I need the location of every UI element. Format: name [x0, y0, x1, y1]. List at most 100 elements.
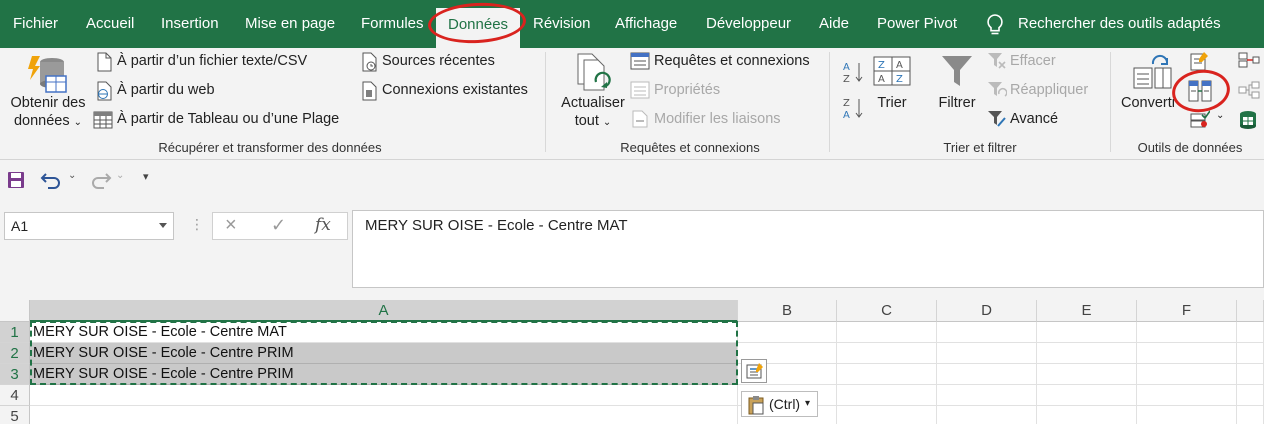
refresh-all-button[interactable]: Actualiser tout ⌄ — [553, 95, 633, 129]
cell-c5[interactable] — [837, 406, 937, 424]
sort-dialog-icon: Z AA Z — [873, 56, 911, 86]
chevron-down-icon[interactable]: ⌄ — [116, 170, 124, 181]
cancel-icon[interactable]: × — [225, 214, 237, 237]
row-header-5[interactable]: 5 — [0, 406, 30, 424]
select-all-corner[interactable] — [0, 300, 30, 322]
column-header-a[interactable]: A — [30, 300, 738, 322]
queries-connections-button[interactable]: Requêtes et connexions — [654, 53, 810, 69]
cell-c1[interactable] — [837, 322, 937, 343]
row-header-4[interactable]: 4 — [0, 385, 30, 406]
customize-toolbar-icon[interactable]: ▾ — [143, 170, 149, 183]
cell-g3[interactable] — [1237, 364, 1264, 385]
convert-button[interactable]: Converti — [1118, 95, 1178, 111]
cell-b1[interactable] — [738, 322, 837, 343]
column-header-b[interactable]: B — [738, 300, 837, 322]
paste-options-button[interactable]: (Ctrl) ▾ — [741, 391, 818, 417]
chevron-down-icon[interactable]: ⌄ — [68, 170, 76, 181]
cell-d3[interactable] — [937, 364, 1037, 385]
existing-connections-icon — [362, 81, 377, 101]
tab-insertion[interactable]: Insertion — [161, 0, 219, 48]
formula-buttons: × ✓ fx — [212, 212, 348, 240]
tab-aide[interactable]: Aide — [819, 0, 849, 48]
cell-d4[interactable] — [937, 385, 1037, 406]
cell-a2[interactable]: MERY SUR OISE - Ecole - Centre PRIM — [30, 343, 738, 364]
edit-links-icon — [632, 110, 648, 128]
cell-e3[interactable] — [1037, 364, 1137, 385]
column-header-g[interactable] — [1237, 300, 1264, 322]
cell-g1[interactable] — [1237, 322, 1264, 343]
cell-g2[interactable] — [1237, 343, 1264, 364]
insert-function-icon[interactable]: fx — [315, 215, 331, 235]
more-options-icon[interactable]: ⋮ — [190, 216, 204, 233]
formula-input[interactable]: MERY SUR OISE - Ecole - Centre MAT — [352, 210, 1264, 288]
row-header-1[interactable]: 1 — [0, 322, 30, 343]
cell-e5[interactable] — [1037, 406, 1137, 424]
cell-d2[interactable] — [937, 343, 1037, 364]
properties-button[interactable]: Propriétés — [654, 82, 720, 98]
edit-links-button[interactable]: Modifier les liaisons — [654, 111, 781, 127]
cell-a1[interactable]: MERY SUR OISE - Ecole - Centre MAT — [30, 322, 738, 343]
cell-f2[interactable] — [1137, 343, 1237, 364]
cell-c3[interactable] — [837, 364, 937, 385]
tab-power-pivot[interactable]: Power Pivot — [877, 0, 957, 48]
cell-c4[interactable] — [837, 385, 937, 406]
cell-f3[interactable] — [1137, 364, 1237, 385]
advanced-button[interactable]: Avancé — [1010, 111, 1058, 127]
refresh-all-icon — [577, 53, 611, 91]
tab-fichier[interactable]: Fichier — [13, 0, 58, 48]
from-text-csv-button[interactable]: À partir d’un fichier texte/CSV — [117, 53, 307, 69]
tab-mise-en-page[interactable]: Mise en page — [245, 0, 335, 48]
tab-revision[interactable]: Révision — [533, 0, 591, 48]
group-label-queries: Requêtes et connexions — [620, 140, 760, 155]
get-data-button[interactable]: Obtenir des données ⌄ — [8, 95, 88, 129]
row-header-3[interactable]: 3 — [0, 364, 30, 385]
search-tools[interactable]: Rechercher des outils adaptés — [1018, 0, 1221, 48]
cell-g5[interactable] — [1237, 406, 1264, 424]
svg-text:A: A — [878, 74, 885, 85]
tab-donnees[interactable]: Données — [436, 8, 521, 48]
cell-a5[interactable] — [30, 406, 738, 424]
cell-c2[interactable] — [837, 343, 937, 364]
remove-duplicates-icon[interactable] — [1188, 80, 1212, 102]
group-separator — [1110, 52, 1111, 152]
column-header-c[interactable]: C — [837, 300, 937, 322]
redo-icon[interactable] — [88, 170, 112, 190]
cell-f1[interactable] — [1137, 322, 1237, 343]
cell-e1[interactable] — [1037, 322, 1137, 343]
cell-d5[interactable] — [937, 406, 1037, 424]
cell-d1[interactable] — [937, 322, 1037, 343]
recent-sources-button[interactable]: Sources récentes — [382, 53, 495, 69]
cell-e4[interactable] — [1037, 385, 1137, 406]
cell-a3[interactable]: MERY SUR OISE - Ecole - Centre PRIM — [30, 364, 738, 385]
sort-button[interactable]: Trier — [868, 95, 916, 111]
group-label-sort-filter: Trier et filtrer — [943, 140, 1017, 155]
from-web-button[interactable]: À partir du web — [117, 82, 215, 98]
svg-text:Z: Z — [843, 98, 850, 109]
cell-a4[interactable] — [30, 385, 738, 406]
cell-f5[interactable] — [1137, 406, 1237, 424]
from-table-range-button[interactable]: À partir de Tableau ou d’une Plage — [117, 111, 339, 127]
chevron-down-icon[interactable]: ⌄ — [1216, 110, 1224, 121]
cell-g4[interactable] — [1237, 385, 1264, 406]
undo-icon[interactable] — [40, 170, 64, 190]
column-header-f[interactable]: F — [1137, 300, 1237, 322]
clear-button[interactable]: Effacer — [1010, 53, 1056, 69]
filter-button[interactable]: Filtrer — [930, 95, 984, 111]
chevron-down-icon[interactable] — [159, 223, 167, 228]
spreadsheet-grid: A B C D E F 1 2 3 4 5 MERY SUR OISE - Ec… — [0, 300, 1264, 424]
confirm-icon[interactable]: ✓ — [271, 215, 286, 236]
name-box[interactable]: A1 — [4, 212, 174, 240]
reapply-button[interactable]: Réappliquer — [1010, 82, 1088, 98]
tab-affichage[interactable]: Affichage — [615, 0, 677, 48]
row-header-2[interactable]: 2 — [0, 343, 30, 364]
cell-f4[interactable] — [1137, 385, 1237, 406]
column-header-d[interactable]: D — [937, 300, 1037, 322]
existing-connections-button[interactable]: Connexions existantes — [382, 82, 528, 98]
quick-analysis-button[interactable] — [741, 359, 767, 383]
tab-developpeur[interactable]: Développeur — [706, 0, 791, 48]
save-icon[interactable] — [6, 170, 26, 190]
tab-accueil[interactable]: Accueil — [86, 0, 134, 48]
tab-formules[interactable]: Formules — [361, 0, 424, 48]
cell-e2[interactable] — [1037, 343, 1137, 364]
column-header-e[interactable]: E — [1037, 300, 1137, 322]
